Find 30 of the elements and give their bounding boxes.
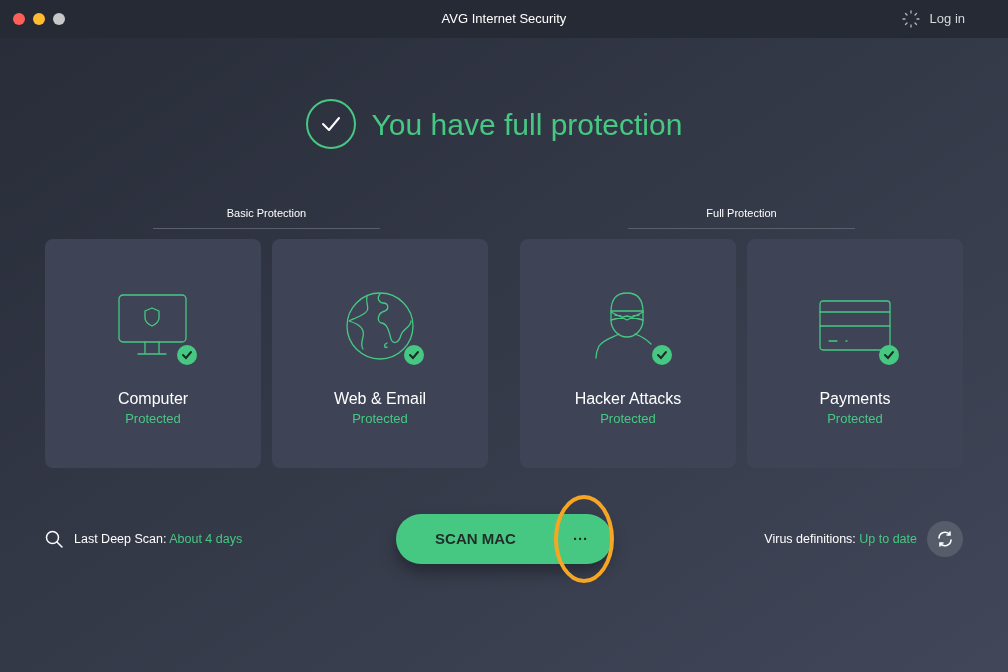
card-title: Web & Email	[333, 389, 427, 409]
last-scan-text: Last Deep Scan: About 4 days	[74, 530, 243, 548]
search-icon	[45, 530, 63, 548]
protection-card[interactable]: Payments Protected	[747, 239, 963, 468]
headline: You have full protection	[371, 106, 683, 143]
refresh-icon	[936, 530, 954, 548]
definitions-text: Virus definitions: Up to date	[764, 530, 917, 548]
monitor-shield-icon	[118, 294, 188, 358]
card-status: Protected	[827, 410, 883, 428]
card-title: Computer	[117, 389, 189, 409]
card-title: Payments	[819, 389, 891, 409]
login-button[interactable]: Log in	[901, 9, 965, 29]
scan-button[interactable]: SCAN MAC	[396, 514, 555, 564]
zoom-button[interactable]	[53, 13, 65, 25]
credit-card-icon	[819, 300, 891, 352]
check-circle-icon	[305, 99, 356, 149]
refresh-button[interactable]	[927, 521, 963, 557]
minimize-button[interactable]	[33, 13, 45, 25]
section-label: Basic Protection	[226, 206, 307, 221]
close-button[interactable]	[13, 13, 25, 25]
card-status: Protected	[125, 410, 181, 428]
protection-card[interactable]: Web & Email Protected	[272, 239, 488, 468]
protection-card[interactable]: Hacker Attacks Protected	[520, 239, 736, 468]
card-title: Hacker Attacks	[574, 389, 682, 409]
section-label: Full Protection	[706, 206, 777, 221]
globe-icon	[345, 291, 415, 361]
window-title: AVG Internet Security	[441, 10, 567, 29]
card-status: Protected	[352, 410, 408, 428]
card-status: Protected	[600, 410, 656, 428]
protection-card[interactable]: Computer Protected	[45, 239, 261, 468]
